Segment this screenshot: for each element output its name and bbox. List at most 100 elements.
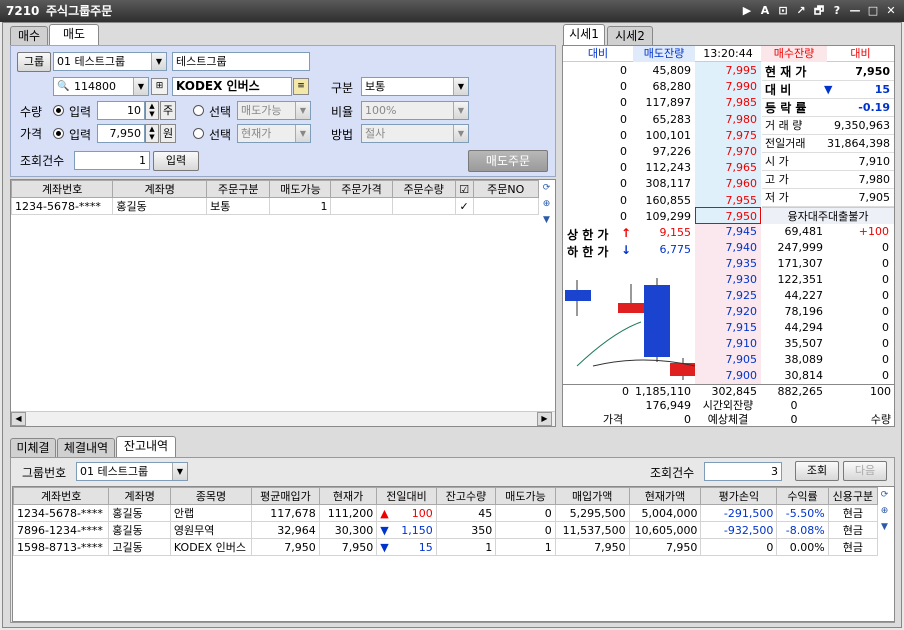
bid-price[interactable]: 7,940 bbox=[695, 240, 758, 256]
balance-cell-rate: -5.50% bbox=[776, 504, 829, 522]
qty-stepper[interactable]: ▲ ▼ bbox=[145, 101, 159, 120]
order-type-select[interactable]: 보통 ▼ bbox=[361, 77, 469, 96]
method-value: 절사 bbox=[365, 127, 386, 140]
refresh-icon[interactable]: ⟳ bbox=[878, 489, 891, 502]
stock-lookup-icon[interactable]: ⊞ bbox=[151, 78, 168, 95]
ask-row: 0 112,243 7,965 bbox=[563, 160, 763, 176]
add-icon[interactable]: ⊕ bbox=[878, 505, 891, 518]
help-icon[interactable]: ? bbox=[830, 4, 844, 18]
scroll-right-icon[interactable]: ▶ bbox=[537, 412, 552, 426]
chevron-down-icon: ▼ bbox=[172, 463, 187, 480]
bid-price[interactable]: 7,935 bbox=[695, 256, 758, 272]
bid-row: 7,925 44,227 0 bbox=[695, 288, 894, 304]
qty-field[interactable]: 10 bbox=[97, 101, 145, 120]
bid-price[interactable]: 7,920 bbox=[695, 304, 758, 320]
balance-count-field[interactable]: 3 bbox=[704, 462, 782, 481]
foot-bid-total: 882,265 bbox=[777, 385, 824, 398]
bid-price[interactable]: 7,930 bbox=[695, 272, 758, 288]
stock-code-select[interactable]: 🔍 114800 ▼ bbox=[53, 77, 149, 96]
input-button[interactable]: 입력 bbox=[153, 151, 199, 171]
bid-price[interactable]: 7,910 bbox=[695, 336, 758, 352]
table-row[interactable]: 1234-5678-**** 홍길동 보통 1 ✓ bbox=[10, 197, 539, 215]
ask-price[interactable]: 7,975 bbox=[695, 128, 758, 144]
acct-cell-no bbox=[472, 197, 539, 215]
next-button[interactable]: 다음 bbox=[843, 461, 887, 481]
font-icon[interactable]: A bbox=[758, 4, 772, 18]
info-value: 7,980 bbox=[858, 173, 891, 186]
bid-row: 7,905 38,089 0 bbox=[695, 352, 894, 368]
refresh-icon[interactable]: ⟳ bbox=[540, 182, 553, 195]
ask-price[interactable]: 7,980 bbox=[695, 112, 758, 128]
bid-price[interactable]: 7,925 bbox=[695, 288, 758, 304]
tab-buy[interactable]: 매수 bbox=[10, 26, 48, 46]
ask-price[interactable]: 7,970 bbox=[695, 144, 758, 160]
ask-price[interactable]: 7,985 bbox=[695, 95, 758, 111]
ask-price[interactable]: 7,965 bbox=[695, 160, 758, 176]
ask-qty: 100,101 bbox=[645, 128, 692, 142]
tab-quote1[interactable]: 시세1 bbox=[563, 24, 605, 46]
table-row[interactable]: 1598-8713-**** 고길동 KODEX 인버스 7,950 7,950 ▼ 15 1… bbox=[12, 538, 879, 556]
acct-col-header: 계좌명 bbox=[112, 180, 208, 198]
horizontal-scrollbar[interactable]: ◀ ▶ bbox=[11, 411, 555, 426]
table-row[interactable]: 7896-1234-**** 홍길동 영원무역 32,964 30,300 ▼ 1,150 3… bbox=[12, 521, 879, 539]
qty-mode-select[interactable]: 매도가능 ▼ bbox=[237, 101, 311, 120]
stock-list-icon[interactable]: ≡ bbox=[293, 78, 309, 95]
chevron-down-icon: ▼ bbox=[133, 78, 148, 95]
add-icon[interactable]: ⊕ bbox=[540, 198, 553, 211]
group-button[interactable]: 그룹 bbox=[17, 52, 51, 72]
tab-unfilled[interactable]: 미체결 bbox=[10, 438, 56, 458]
price-select-radio[interactable] bbox=[193, 128, 204, 139]
stock-code-value: 114800 bbox=[74, 80, 116, 93]
method-select[interactable]: 절사 ▼ bbox=[361, 124, 469, 143]
bid-price[interactable]: 7,900 bbox=[695, 368, 758, 384]
ask-price[interactable]: 7,995 bbox=[695, 63, 758, 79]
scroll-left-icon[interactable]: ◀ bbox=[11, 412, 26, 426]
table-row[interactable]: 1234-5678-**** 홍길동 안랩 117,678 111,200 ▲ 100 45 0… bbox=[12, 504, 879, 522]
balance-cell-bal: 1 bbox=[435, 538, 497, 556]
bid-price[interactable]: 7,945 bbox=[695, 224, 758, 240]
qty-input-radio[interactable] bbox=[53, 105, 64, 116]
balance-cell-acct: 1234-5678-**** bbox=[12, 504, 110, 522]
chevron-down-icon[interactable]: ▼ bbox=[878, 521, 891, 534]
bid-diff: +100 bbox=[858, 225, 889, 238]
price-mode-select[interactable]: 현재가 ▼ bbox=[237, 124, 311, 143]
maximize-icon[interactable]: □ bbox=[866, 4, 880, 18]
minimize-icon[interactable]: — bbox=[848, 4, 862, 18]
bid-price[interactable]: 7,905 bbox=[695, 352, 758, 368]
price-input-radio[interactable] bbox=[53, 128, 64, 139]
balance-cell-cur: 7,950 bbox=[318, 538, 378, 556]
tab-sell[interactable]: 매도 bbox=[49, 24, 99, 46]
lower-limit-label: 하 한 가 bbox=[567, 245, 609, 259]
ask-qty: 97,226 bbox=[652, 144, 692, 158]
info-label: 대 비 bbox=[765, 83, 792, 97]
link-icon[interactable]: ↗ bbox=[794, 4, 808, 18]
price-field[interactable]: 7,950 bbox=[97, 124, 145, 143]
tab-quote2[interactable]: 시세2 bbox=[607, 26, 653, 46]
count-label: 조회건수 bbox=[20, 154, 65, 168]
count-field[interactable]: 1 bbox=[74, 151, 150, 170]
bid-row: 7,930 122,351 0 bbox=[695, 272, 894, 288]
balance-cell-cur: 30,300 bbox=[318, 521, 378, 539]
qty-mode-value: 매도가능 bbox=[241, 104, 282, 117]
tab-filled[interactable]: 체결내역 bbox=[57, 438, 115, 458]
capture-icon[interactable]: ⊡ bbox=[776, 4, 790, 18]
qty-select-radio[interactable] bbox=[193, 105, 204, 116]
balance-group-select[interactable]: 01 테스트그룹 ▼ bbox=[76, 462, 188, 481]
group-name-field[interactable]: 테스트그룹 bbox=[172, 52, 310, 71]
chevron-down-icon: ▼ bbox=[453, 102, 468, 119]
ask-price[interactable]: 7,990 bbox=[695, 79, 758, 95]
bid-qty: 44,227 bbox=[784, 289, 824, 302]
bid-price[interactable]: 7,915 bbox=[695, 320, 758, 336]
query-button[interactable]: 조회 bbox=[795, 461, 839, 481]
ask-price[interactable]: 7,960 bbox=[695, 176, 758, 192]
price-stepper[interactable]: ▲ ▼ bbox=[145, 124, 159, 143]
chevron-down-icon[interactable]: ▼ bbox=[540, 214, 553, 227]
sell-order-button[interactable]: 매도주문 bbox=[468, 150, 548, 172]
tab-balance[interactable]: 잔고내역 bbox=[116, 436, 176, 458]
balance-cell-stock: 안랩 bbox=[169, 504, 253, 522]
record-icon[interactable]: ▶ bbox=[740, 4, 754, 18]
group-select[interactable]: 01 테스트그룹 ▼ bbox=[53, 52, 167, 71]
restore-icon[interactable]: 🗗 bbox=[812, 4, 826, 18]
ratio-select[interactable]: 100% ▼ bbox=[361, 101, 469, 120]
close-icon[interactable]: ✕ bbox=[884, 4, 898, 18]
